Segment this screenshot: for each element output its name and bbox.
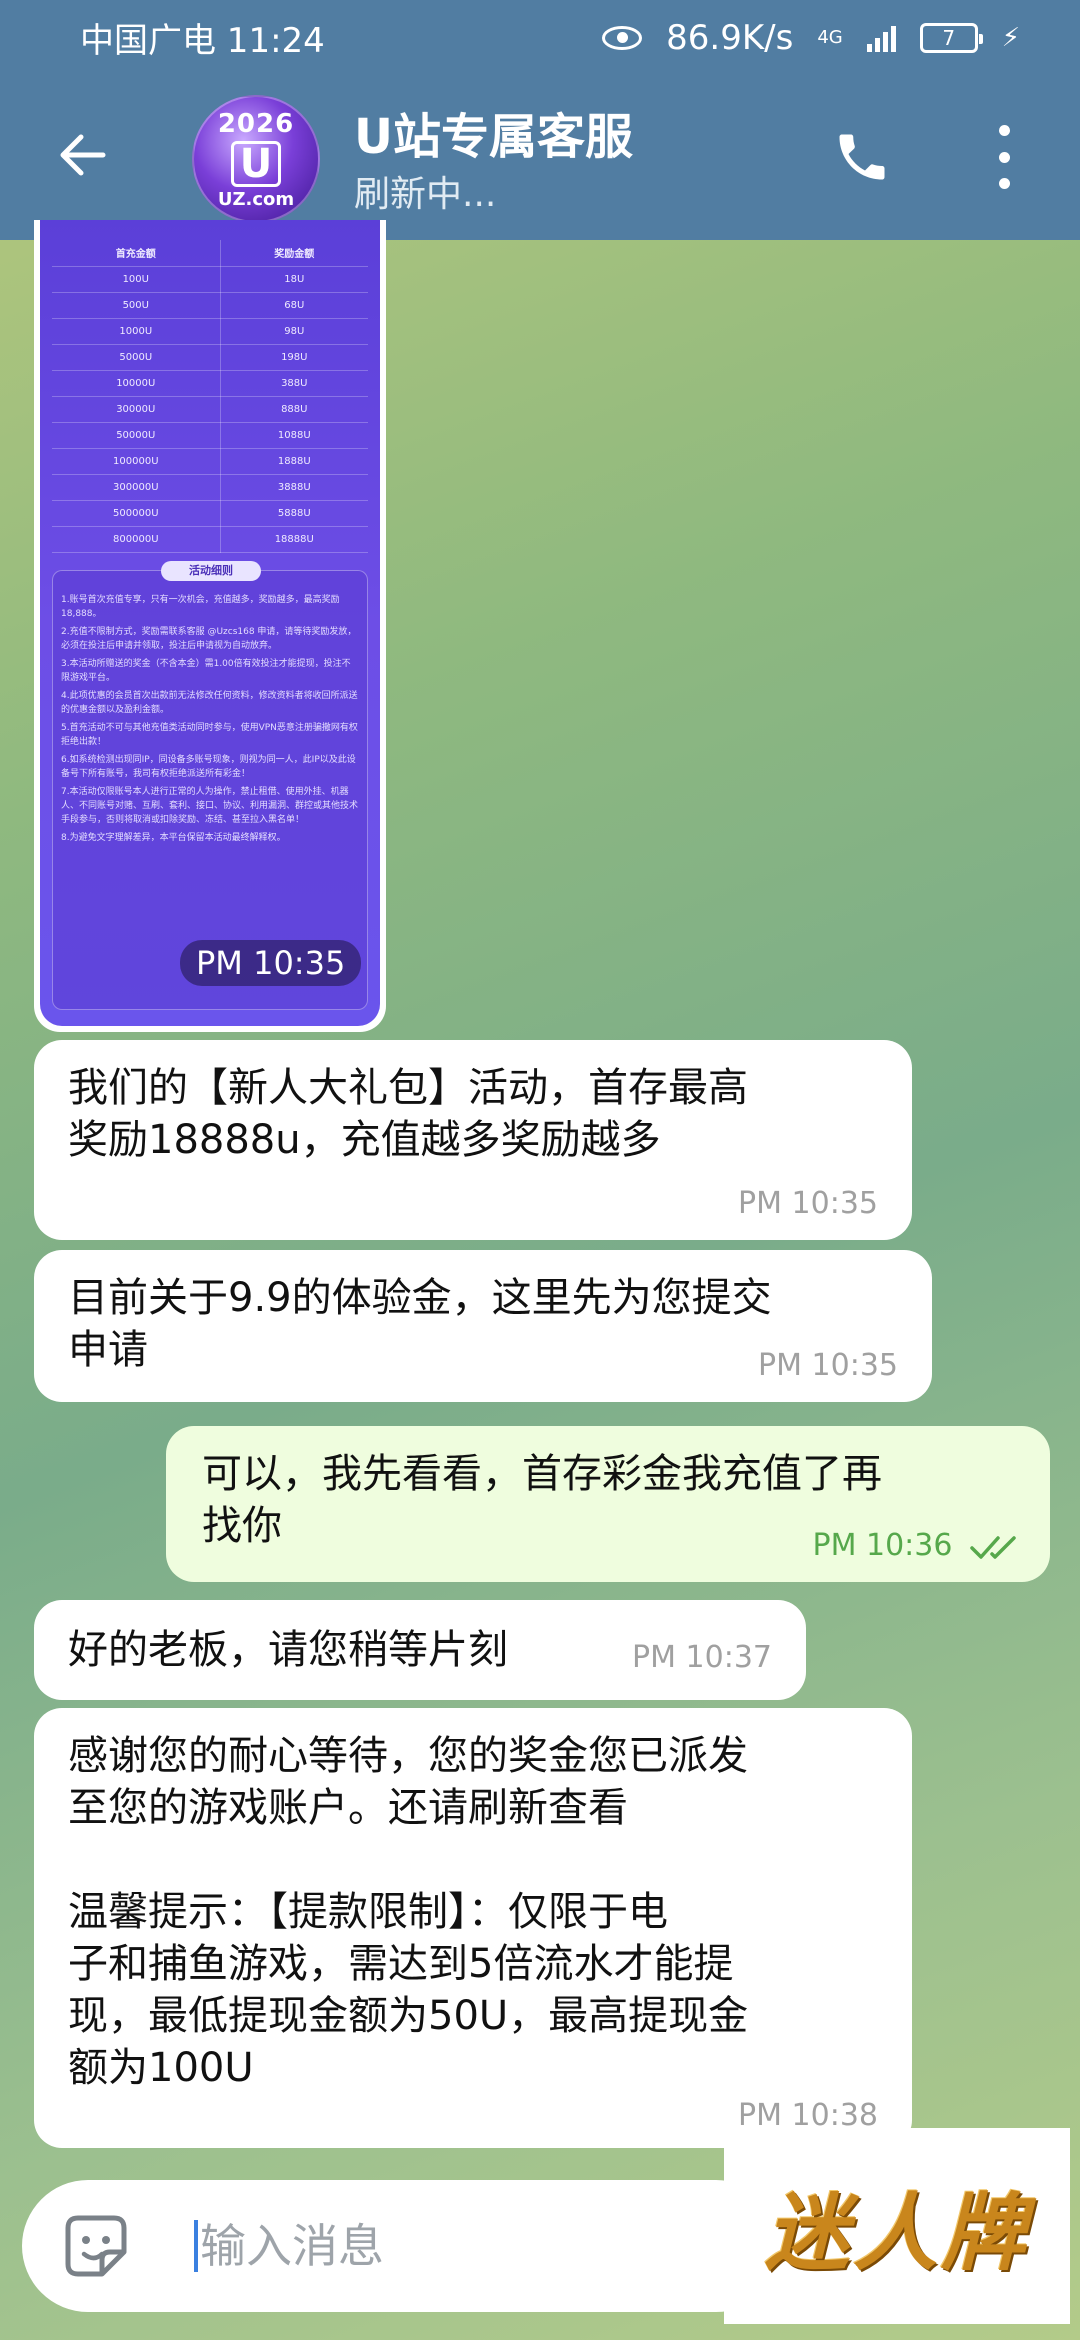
deposit-cell: 100U <box>52 266 221 293</box>
chat-header: 2026 U UZ.com U站专属客服 刷新中... <box>0 75 1080 240</box>
bonus-row: 500000U 5888U <box>52 500 368 527</box>
charging-icon: ⚡ <box>1001 22 1020 53</box>
rule-item: 7.本活动仅限账号本人进行正常的人为操作，禁止租借、使用外挂、机器人、不同账号对… <box>61 787 359 825</box>
image-message[interactable]: 首充金额 奖励金额 100U 18U 500U 68U 1000U 98U 5000U 198… <box>34 220 386 1032</box>
deposit-cell: 50000U <box>52 422 221 449</box>
watermark-logo: 迷人牌 <box>724 2128 1070 2324</box>
bonus-cell: 3888U <box>220 474 368 501</box>
message-time-row: PM 10:36 <box>812 1520 1022 1572</box>
chat-title[interactable]: U站专属客服 <box>354 97 633 167</box>
battery-level: 7 <box>942 25 956 50</box>
deposit-cell: 1000U <box>52 318 221 345</box>
eye-icon <box>602 25 643 50</box>
status-icons: 86.9K/s 4G 7 ⚡ <box>602 18 1020 58</box>
promo-image: 首充金额 奖励金额 100U 18U 500U 68U 1000U 98U 5000U 198… <box>40 220 380 1026</box>
deposit-cell: 100000U <box>52 448 221 475</box>
bonus-cell: 98U <box>220 318 368 345</box>
outgoing-message[interactable]: 可以，我先看看，首存彩金我充值了再 找你 PM 10:36 <box>166 1426 1050 1582</box>
bonus-row: 300000U 3888U <box>52 474 368 501</box>
message-input-bar <box>22 2180 782 2312</box>
carrier-time: 中国广电 11:24 <box>80 21 325 61</box>
sticker-icon[interactable] <box>58 2208 134 2284</box>
bonus-cell: 1088U <box>220 422 368 449</box>
bonus-row: 10000U 388U <box>52 370 368 397</box>
bonus-row: 30000U 888U <box>52 396 368 423</box>
more-options-icon[interactable] <box>994 125 1014 189</box>
bonus-row: 100000U 1888U <box>52 448 368 475</box>
avatar-letter: U <box>230 140 282 187</box>
bonus-cell: 5888U <box>220 500 368 527</box>
rule-item: 5.首充活动不可与其他充值类活动同时参与，使用VPN恶意注册骗撒网有权拒绝出款！ <box>61 723 358 747</box>
message-time: PM 10:35 <box>738 1186 878 1221</box>
message-input[interactable] <box>200 2210 740 2282</box>
bonus-table: 首充金额 奖励金额 100U 18U 500U 68U 1000U 98U 5000U 198… <box>52 240 368 553</box>
deposit-cell: 500U <box>52 292 221 319</box>
rules-text: 1.账号首次充值专享，只有一次机会，充值越多，奖励越多，最高奖励18,888。 2… <box>61 593 359 849</box>
phone-icon[interactable] <box>832 127 892 187</box>
bonus-row: 500U 68U <box>52 292 368 319</box>
network-speed: 86.9K/s <box>666 17 794 58</box>
rule-item: 6.如系统检测出现同IP，同设备多账号现象，则视为同一人，此IP以及此设备号下所… <box>61 755 356 779</box>
message-time: PM 10:36 <box>812 1528 953 1563</box>
bonus-cell: 18888U <box>220 526 368 553</box>
bonus-row: 100U 18U <box>52 266 368 293</box>
rule-item: 4.此项优惠的会员首次出款前无法修改任何资料，修改资料者将收回所派送的优惠金额以… <box>61 691 358 715</box>
bonus-cell: 1888U <box>220 448 368 475</box>
incoming-message[interactable]: 感谢您的耐心等待，您的奖金您已派发 至您的游戏账户。还请刷新查看 温馨提示：【提… <box>34 1708 912 2148</box>
deposit-cell: 500000U <box>52 500 221 527</box>
deposit-cell: 300000U <box>52 474 221 501</box>
bonus-cell: 18U <box>220 266 368 293</box>
read-checks-icon <box>970 1535 1016 1559</box>
message-time: PM 10:37 <box>632 1640 772 1675</box>
text-caret <box>194 2220 198 2272</box>
avatar[interactable]: 2026 U UZ.com <box>192 95 320 223</box>
bonus-cell: 888U <box>220 396 368 423</box>
bonus-cell: 68U <box>220 292 368 319</box>
message-text: 我们的【新人大礼包】活动，首存最高 奖励18888u，充值越多奖励越多 <box>68 1065 748 1163</box>
message-time: PM 10:35 <box>758 1348 898 1383</box>
chat-status: 刷新中... <box>354 174 497 215</box>
deposit-cell: 30000U <box>52 396 221 423</box>
incoming-message[interactable]: 目前关于9.9的体验金，这里先为您提交 申请 PM 10:35 <box>34 1250 932 1402</box>
incoming-message[interactable]: 好的老板，请您稍等片刻 PM 10:37 <box>34 1600 806 1700</box>
bonus-row: 1000U 98U <box>52 318 368 345</box>
rule-item: 1.账号首次充值专享，只有一次机会，充值越多，奖励越多，最高奖励18,888。 <box>61 595 340 619</box>
status-bar: 中国广电 11:24 86.9K/s 4G 7 ⚡ <box>0 0 1080 75</box>
avatar-year: 2026 <box>217 108 295 139</box>
col-deposit-header: 首充金额 <box>52 240 221 267</box>
rule-item: 3.本活动所赠送的奖金（不含本金）需1.00倍有效投注才能提现，投注不限游戏平台… <box>61 659 351 683</box>
bonus-row: 50000U 1088U <box>52 422 368 449</box>
bonus-row: 5000U 198U <box>52 344 368 371</box>
deposit-cell: 800000U <box>52 526 221 553</box>
message-time: PM 10:35 <box>180 940 362 986</box>
avatar-domain: UZ.com <box>217 188 295 210</box>
deposit-cell: 5000U <box>52 344 221 371</box>
deposit-cell: 10000U <box>52 370 221 397</box>
col-bonus-header: 奖励金额 <box>220 240 368 267</box>
rules-title: 活动细则 <box>161 561 261 581</box>
back-arrow-icon[interactable] <box>55 127 111 183</box>
message-text: 感谢您的耐心等待，您的奖金您已派发 至您的游戏账户。还请刷新查看 温馨提示：【提… <box>68 1733 749 2091</box>
bonus-cell: 388U <box>220 370 368 397</box>
bonus-row: 800000U 18888U <box>52 526 368 553</box>
bonus-cell: 198U <box>220 344 368 371</box>
signal-icon <box>866 24 896 52</box>
network-type: 4G <box>817 26 843 48</box>
rule-item: 8.为避免文字理解差异，本平台保留本活动最终解释权。 <box>61 833 286 843</box>
battery-icon: 7 <box>919 22 983 53</box>
incoming-message[interactable]: 我们的【新人大礼包】活动，首存最高 奖励18888u，充值越多奖励越多 PM 1… <box>34 1040 912 1240</box>
rule-item: 2.充值不限制方式，奖励需联系客服 @Uzcs168 申请，请等待奖励发放，必须… <box>61 627 357 651</box>
